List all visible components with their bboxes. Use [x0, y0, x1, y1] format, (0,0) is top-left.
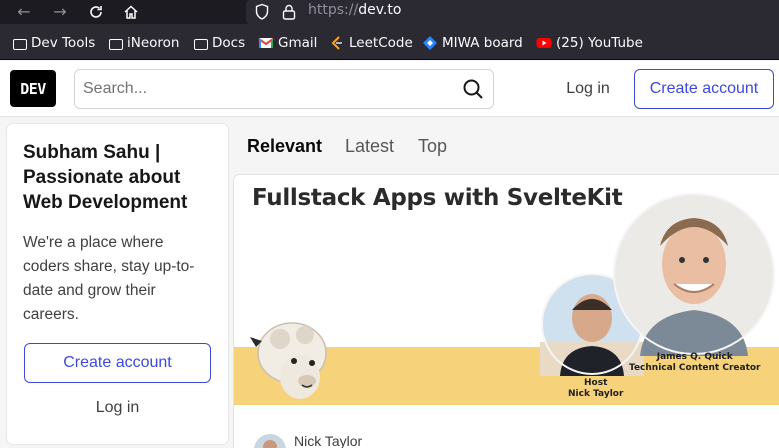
login-link[interactable]: Log in: [556, 69, 620, 109]
bookmark-leetcode[interactable]: LeetCode: [329, 33, 413, 53]
youtube-icon: [536, 35, 552, 51]
dev-logo[interactable]: DEV: [10, 70, 56, 107]
address-bar[interactable]: https://dev.to: [246, 0, 779, 24]
tab-top[interactable]: Top: [418, 134, 447, 158]
search-input[interactable]: [83, 78, 453, 100]
browser-toolbar: ← → https://dev.to: [0, 0, 779, 24]
bookmark-ineoron[interactable]: iNeoron: [109, 33, 179, 53]
folder-icon: [109, 38, 123, 50]
folder-icon: [194, 38, 208, 50]
sidebar-login-link[interactable]: Log in: [24, 392, 211, 424]
article-card[interactable]: Fullstack Apps with SvelteKit Host Nick …: [234, 175, 779, 448]
search-icon[interactable]: [461, 77, 485, 105]
community-title: Subham Sahu | Passionate about Web Devel…: [23, 142, 188, 213]
author-avatar[interactable]: [254, 434, 286, 448]
back-arrow-icon[interactable]: ←: [13, 1, 35, 23]
community-description: We're a place where coders share, stay u…: [23, 234, 195, 323]
jira-icon: [422, 35, 438, 51]
forward-arrow-icon[interactable]: →: [49, 1, 71, 23]
site-header: DEV Log in Create account: [0, 61, 779, 117]
bookmark-gmail[interactable]: Gmail: [258, 33, 317, 53]
community-intro-card: Subham Sahu | Passionate about Web Devel…: [7, 124, 228, 444]
leetcode-icon: [329, 35, 345, 51]
host-caption: Host Nick Taylor: [568, 378, 624, 399]
guest-photo: [613, 193, 775, 356]
bookmark-miwa-board[interactable]: MIWA board: [422, 33, 523, 53]
author-name[interactable]: Nick Taylor: [294, 433, 362, 448]
lock-icon[interactable]: [282, 3, 296, 25]
tab-relevant[interactable]: Relevant: [247, 134, 322, 158]
search-box[interactable]: [74, 69, 494, 109]
guest-caption: James Q. Quick Technical Content Creator: [629, 352, 761, 373]
home-icon[interactable]: [120, 1, 142, 23]
bookmark-docs[interactable]: Docs: [194, 33, 245, 53]
bookmark-youtube[interactable]: (25) YouTube: [536, 33, 643, 53]
gmail-icon: [258, 35, 274, 51]
folder-icon: [13, 38, 27, 50]
tab-latest[interactable]: Latest: [345, 134, 394, 158]
cover-title: Fullstack Apps with SvelteKit: [252, 185, 623, 211]
create-account-button[interactable]: Create account: [634, 69, 774, 109]
sidebar-create-account-button[interactable]: Create account: [24, 343, 211, 383]
url-text[interactable]: https://dev.to: [308, 2, 401, 18]
bookmarks-bar: Dev Tools iNeoron Docs Gmail LeetCode MI…: [0, 24, 779, 60]
alpaca-illustration: [250, 322, 327, 399]
reload-icon[interactable]: [85, 1, 107, 23]
shield-icon[interactable]: [254, 3, 270, 25]
article-cover-image[interactable]: Fullstack Apps with SvelteKit Host Nick …: [234, 175, 779, 405]
bookmark-dev-tools[interactable]: Dev Tools: [13, 33, 95, 53]
